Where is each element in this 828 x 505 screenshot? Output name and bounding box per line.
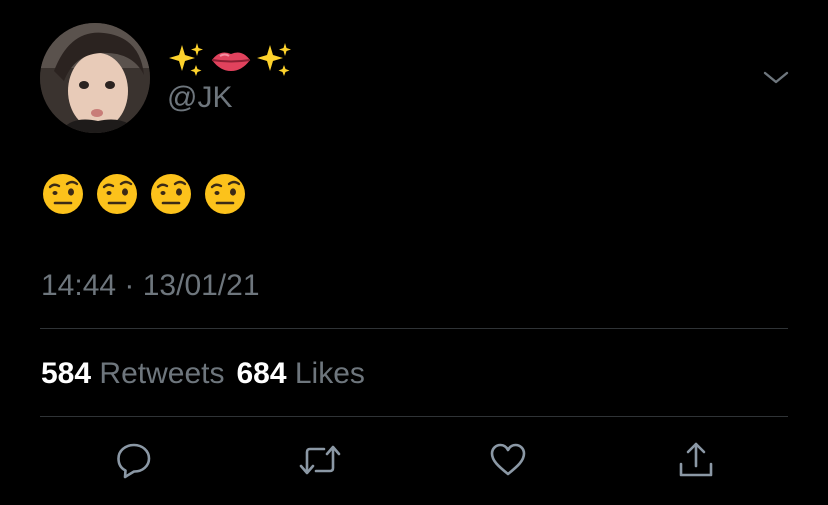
reply-icon [117,443,151,479]
share-icon [679,442,713,477]
face-with-raised-eyebrow-icon [205,174,245,214]
avatar[interactable] [40,23,150,133]
divider [40,416,788,417]
display-name[interactable] [168,40,294,80]
tweet-text [42,173,246,215]
engagement-stats: 584 Retweets 684 Likes [41,354,365,394]
avatar-photo [40,23,150,133]
face-with-raised-eyebrow-icon [97,174,137,214]
retweets-label: Retweets [99,357,225,390]
retweets-count: 584 [41,357,92,390]
chevron-down-icon [763,71,789,84]
heart-icon [490,443,526,476]
reply-button[interactable] [112,438,156,482]
tweet-timestamp[interactable]: 14:44 · 13/01/21 [41,266,260,306]
more-options-button[interactable] [762,66,790,88]
likes-label: Likes [294,357,365,390]
face-with-raised-eyebrow-icon [43,174,83,214]
face-with-raised-eyebrow-icon [151,174,191,214]
retweet-button[interactable] [298,438,342,482]
share-button[interactable] [674,438,718,482]
retweets-stat[interactable]: 584 Retweets [41,357,224,390]
lips-icon [210,41,252,79]
retweet-icon [299,445,341,475]
likes-stat[interactable]: 684 Likes [236,357,364,390]
sparkles-icon [256,41,294,79]
like-button[interactable] [486,438,530,482]
likes-count: 684 [236,357,287,390]
user-handle[interactable]: @JK [167,80,232,116]
divider [40,328,788,329]
sparkles-icon [168,41,206,79]
